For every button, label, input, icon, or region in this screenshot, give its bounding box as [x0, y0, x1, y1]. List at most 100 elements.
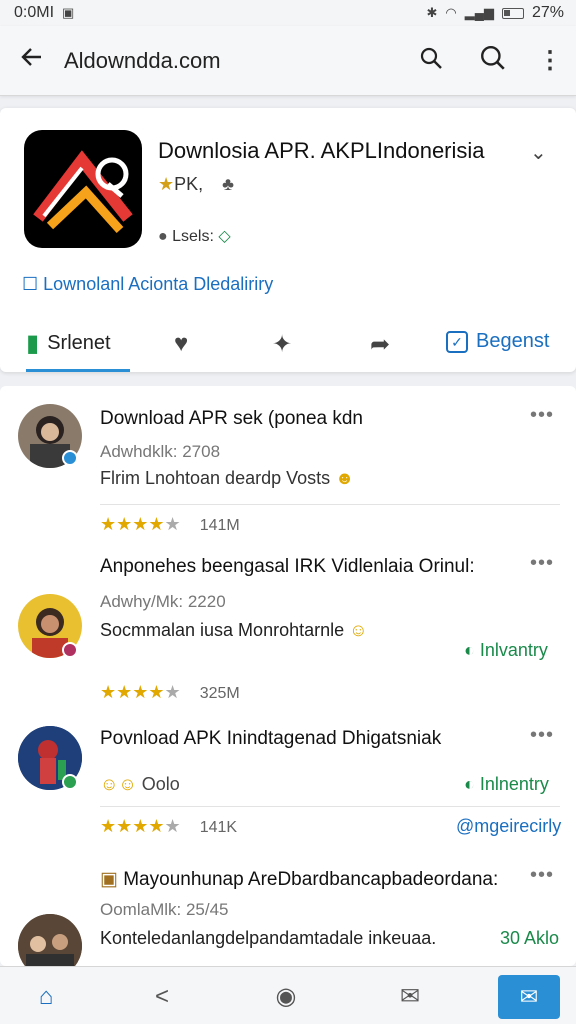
- post-meta: Adwhdklk: 2708: [100, 442, 221, 461]
- post-feed: Download APR sek (ponea kdn ••• Adwhdklk…: [0, 386, 576, 966]
- list-item[interactable]: Download APR sek (ponea kdn ••• Adwhdklk…: [0, 386, 576, 536]
- divider: [100, 504, 560, 505]
- clover-icon: ♣: [222, 174, 234, 194]
- page-title: Aldowndda.com: [64, 47, 221, 73]
- rating-count: 141K: [199, 819, 238, 836]
- share-arrow-icon: ➦: [370, 331, 391, 358]
- list-item[interactable]: ▣ Mayounhunap AreDbardbancapbadeordana: …: [0, 856, 576, 966]
- app-name: Downlosia APR. AKPLIndonerisia: [158, 138, 485, 163]
- register-label: Begenst: [476, 330, 550, 352]
- post-title: Download APR sek (ponea kdn: [100, 408, 363, 429]
- app-logo: [24, 130, 142, 248]
- back-button[interactable]: [0, 44, 64, 77]
- tab-select-label: Srlenet: [47, 332, 111, 354]
- rating: ★★★★★ 141K: [100, 816, 237, 837]
- post-text: ☺☺ Oolo: [100, 774, 180, 795]
- tab-select[interactable]: ▮ Srlenet: [26, 318, 130, 372]
- star-icon: ★: [158, 174, 175, 194]
- search-button-2[interactable]: [462, 44, 524, 77]
- back-arrow-icon: [21, 48, 41, 66]
- inbox-check-icon: ✉: [519, 984, 539, 1009]
- rating-count: 325M: [199, 685, 240, 702]
- post-text-content: Flrim Lnohtoan deardp Vosts: [100, 468, 331, 488]
- more-button[interactable]: •••: [530, 552, 554, 575]
- nav-mail[interactable]: ✉: [390, 977, 430, 1017]
- search-button[interactable]: [400, 45, 462, 76]
- info-icon: ●: [158, 228, 168, 245]
- nav-info[interactable]: ◉: [266, 977, 306, 1017]
- post-meta: Adwhy/Mk: 2220: [100, 592, 226, 611]
- list-item[interactable]: Anponehes beengasal IRK Vidlenlaia Orinu…: [0, 546, 576, 716]
- post-meta: OomlaMlk: 25/45: [100, 900, 229, 919]
- mail-icon: ✉: [399, 983, 421, 1010]
- signal-icon: ▂▄▆: [464, 5, 494, 20]
- rating-count: 141M: [199, 517, 240, 534]
- post-title: Anponehes beengasal IRK Vidlenlaia Orinu…: [100, 556, 475, 577]
- post-text-content: Oolo: [141, 774, 180, 794]
- favorite-button[interactable]: ♥: [174, 330, 188, 358]
- notification-icon: ▣: [62, 5, 75, 20]
- star-empty-icon: ★: [164, 682, 181, 702]
- battery-icon: [501, 7, 524, 19]
- nav-home[interactable]: ⌂: [26, 977, 66, 1017]
- bluetooth-icon: ✱: [426, 5, 438, 20]
- more-options-button[interactable]: ⋮: [524, 46, 576, 75]
- more-horiz-icon: •••: [530, 724, 555, 746]
- post-title-text: Mayounhunap AreDbardbancapbadeordana:: [123, 869, 499, 890]
- post-link[interactable]: @mgeirecirly: [456, 816, 561, 837]
- action-tabs: ▮ Srlenet ♥ ✦ ➦ ✓ Begenst: [0, 318, 576, 372]
- register-button[interactable]: ✓ Begenst: [446, 330, 549, 353]
- search-icon: [420, 47, 442, 69]
- app-card: Downlosia APR. AKPLIndonerisia ⌄ ★PK, ♣ …: [0, 108, 576, 372]
- online-badge: [62, 774, 78, 790]
- post-status: ◐ Inlnentry: [464, 774, 549, 795]
- app-sub-text: PK,: [174, 174, 204, 194]
- search-icon: [481, 46, 505, 70]
- wifi-icon: ◠: [445, 5, 457, 20]
- more-vert-icon: ⋮: [538, 47, 562, 74]
- post-status-text: Inlnentry: [479, 774, 549, 794]
- app-link-text: Lownolanl Acionta Dledaliriry: [43, 274, 274, 294]
- app-link[interactable]: ☐ Lownolanl Acionta Dledaliriry: [22, 274, 273, 295]
- status-badge: [62, 642, 78, 658]
- status-icon: ◐: [464, 640, 475, 660]
- app-bar: Aldowndda.com ⋮: [0, 26, 576, 96]
- app-status: ● Lsels: ◇: [158, 226, 231, 246]
- lock-icon: ▣: [100, 869, 118, 890]
- more-horiz-icon: •••: [530, 552, 555, 574]
- post-text-content: Socmmalan iusa Monrohtarnle: [100, 620, 345, 640]
- post-text: Socmmalan iusa Monrohtarnle ☺: [100, 620, 368, 641]
- nav-link[interactable]: <: [142, 977, 182, 1017]
- app-subtitle: ★PK, ♣: [158, 174, 234, 195]
- more-button[interactable]: •••: [530, 724, 554, 747]
- verified-badge: [62, 450, 78, 466]
- rating: ★★★★★ 141M: [100, 514, 240, 535]
- post-text: Flrim Lnohtoan deardp Vosts ☻: [100, 468, 354, 489]
- emoji-icon: ☺☺: [100, 774, 137, 794]
- emoji-icon: ☻: [335, 468, 355, 488]
- thumbs-up-icon: ▮: [26, 330, 40, 357]
- pin-icon: ✦: [272, 331, 293, 358]
- check-box-icon: ✓: [446, 330, 468, 353]
- edit-icon: ☐: [22, 274, 39, 294]
- battery-level: 27%: [531, 4, 564, 21]
- link-icon: <: [154, 983, 169, 1010]
- divider: [100, 806, 560, 807]
- info-icon: ◉: [275, 983, 297, 1010]
- rating: ★★★★★ 325M: [100, 682, 240, 703]
- list-item[interactable]: Povnload APK Inindtagenad Dhigatsniak ••…: [0, 716, 576, 856]
- more-button[interactable]: •••: [530, 404, 554, 427]
- expand-button[interactable]: ⌄: [530, 140, 547, 165]
- share-button[interactable]: ➦: [370, 330, 390, 359]
- post-title: ▣ Mayounhunap AreDbardbancapbadeordana:: [100, 868, 498, 891]
- heart-icon: ♥: [174, 330, 189, 357]
- post-title: Povnload APK Inindtagenad Dhigatsniak: [100, 728, 442, 749]
- status-time: 0:0MI: [14, 4, 55, 21]
- nav-inbox[interactable]: ✉: [498, 975, 560, 1019]
- more-horiz-icon: •••: [530, 404, 555, 426]
- bottom-navigation: ⌂ < ◉ ✉ ✉: [0, 966, 576, 1024]
- post-status: ◐ Inlvantry: [464, 640, 548, 661]
- more-button[interactable]: •••: [530, 864, 554, 887]
- app-status-text: Lsels:: [172, 228, 214, 245]
- pin-button[interactable]: ✦: [272, 330, 292, 359]
